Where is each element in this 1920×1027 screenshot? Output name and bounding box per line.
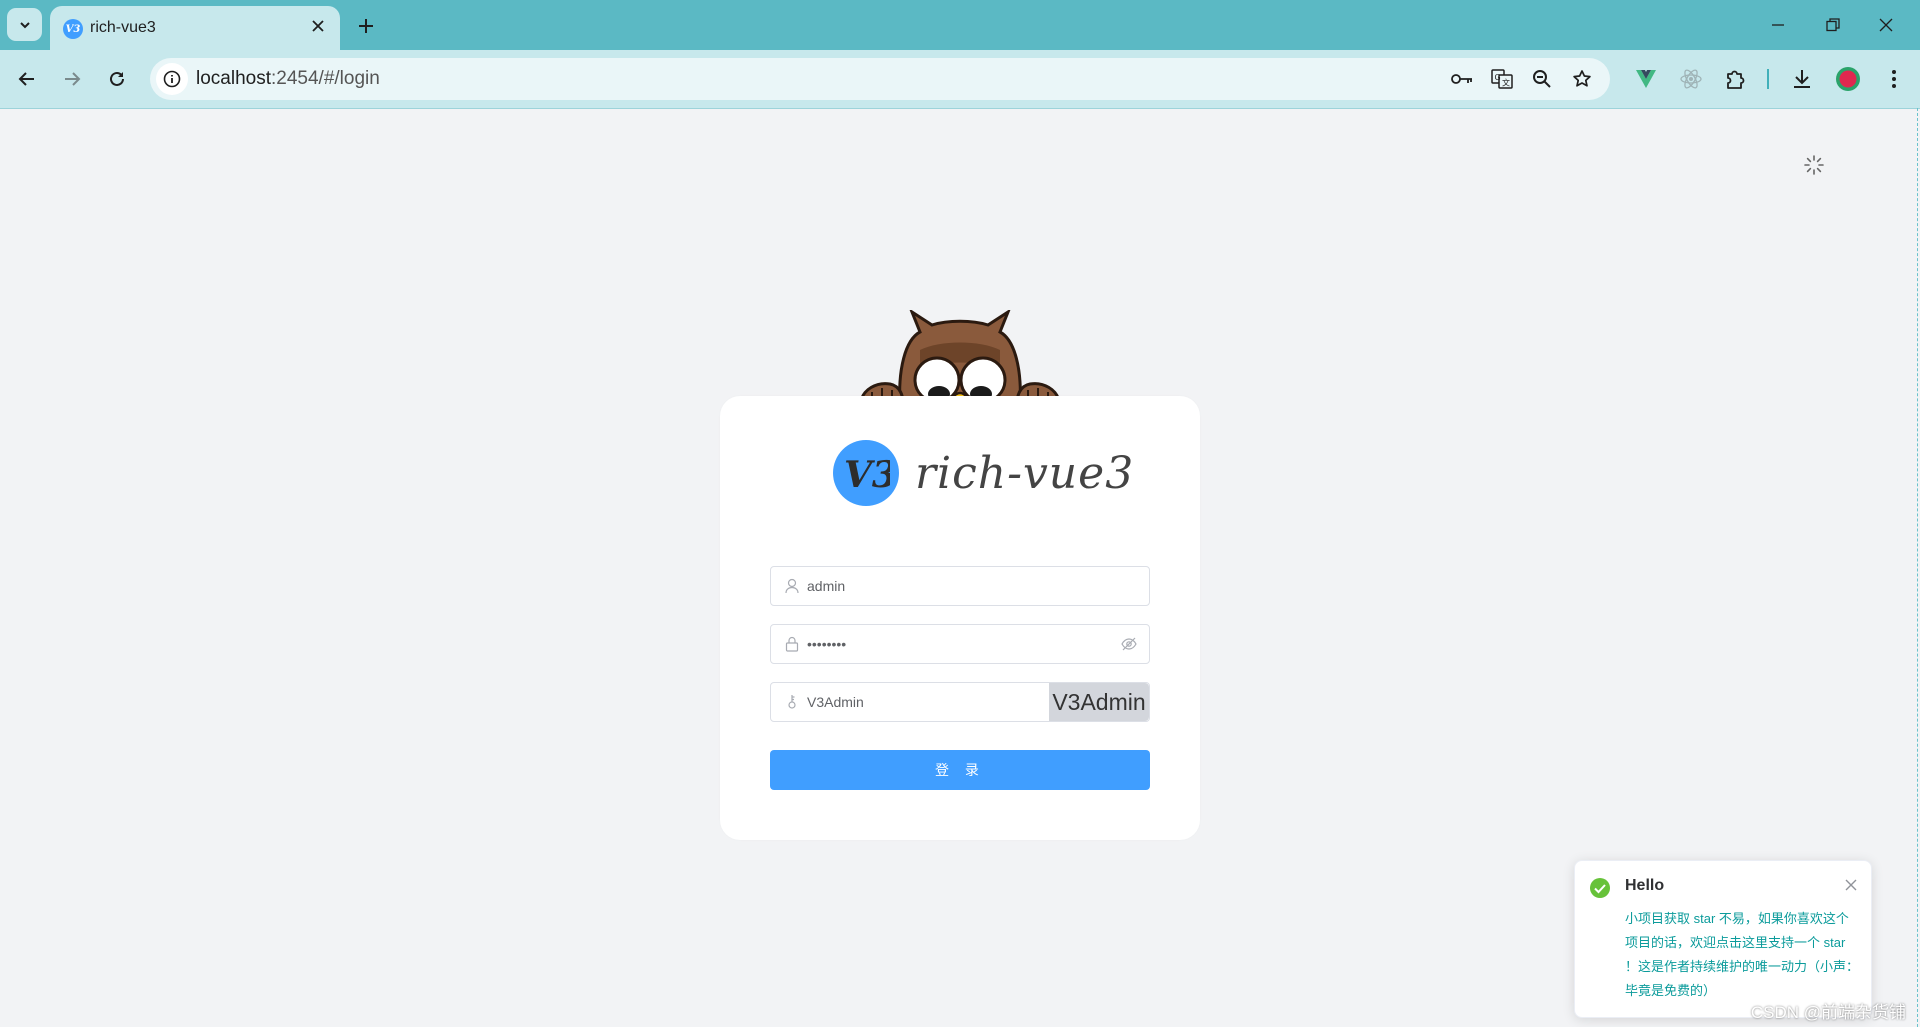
close-icon <box>1879 18 1893 32</box>
theme-switch-icon[interactable] <box>1803 154 1825 176</box>
translate-icon[interactable]: G文 <box>1490 67 1514 91</box>
captcha-value: V3Admin <box>807 694 864 710</box>
password-value: •••••••• <box>807 636 847 652</box>
login-button[interactable]: 登 录 <box>770 750 1150 790</box>
restore-button[interactable] <box>1815 10 1851 40</box>
zoom-icon[interactable] <box>1530 67 1554 91</box>
eye-hide-icon[interactable] <box>1121 636 1137 652</box>
success-check-icon <box>1590 878 1610 898</box>
close-icon[interactable] <box>1843 877 1859 893</box>
tab-close-button[interactable] <box>306 14 330 38</box>
plus-icon <box>359 19 373 33</box>
csdn-watermark: CSDN @前端杂货铺 <box>1750 1003 1906 1022</box>
toolbar-divider <box>1767 69 1769 89</box>
address-bar[interactable]: localhost:2454/#/login G文 <box>150 58 1610 100</box>
site-info-button[interactable] <box>156 63 188 95</box>
notification-message[interactable]: 小项目获取 star 不易，如果你喜欢这个项目的话，欢迎点击这里支持一个 sta… <box>1625 907 1861 1003</box>
back-button[interactable] <box>10 62 44 96</box>
user-icon <box>785 578 799 594</box>
tab-search-button[interactable] <box>7 8 42 41</box>
svg-text:文: 文 <box>1502 78 1510 88</box>
vue-devtools-icon[interactable] <box>1632 65 1660 93</box>
brand-name: rich-vue3 <box>915 447 1135 499</box>
info-icon <box>163 70 181 88</box>
password-field[interactable]: •••••••• <box>770 624 1150 664</box>
lock-icon <box>785 636 799 652</box>
url-text: localhost:2454/#/login <box>196 68 380 89</box>
arrow-left-icon <box>18 72 34 86</box>
hello-notification[interactable]: Hello 小项目获取 star 不易，如果你喜欢这个项目的话，欢迎点击这里支持… <box>1574 860 1872 1018</box>
reload-icon <box>110 71 124 86</box>
tab-title: rich-vue3 <box>90 19 156 36</box>
key-icon <box>788 695 796 709</box>
arrow-right-icon <box>65 72 81 86</box>
react-devtools-icon[interactable] <box>1677 65 1705 93</box>
page-edge-guide <box>1917 108 1919 1027</box>
brand-header: V3 rich-vue3 <box>833 440 1134 506</box>
browser-tab-strip: V3 rich-vue3 <box>0 0 1920 50</box>
v3-logo-icon: V3 <box>833 440 899 506</box>
browser-tab[interactable]: V3 rich-vue3 <box>50 6 340 50</box>
svg-text:V3: V3 <box>844 454 890 493</box>
captcha-field[interactable]: V3Admin V3Admin <box>770 682 1150 722</box>
minimize-button[interactable] <box>1760 10 1796 40</box>
new-tab-button[interactable] <box>352 12 380 40</box>
vue3-favicon-icon: V3 <box>63 19 83 39</box>
minimize-icon <box>1772 24 1784 26</box>
chevron-down-icon <box>19 21 30 28</box>
browser-toolbar: localhost:2454/#/login G文 <box>0 50 1920 109</box>
password-key-icon[interactable] <box>1450 67 1474 91</box>
notification-title: Hello <box>1625 877 1665 894</box>
reload-button[interactable] <box>100 62 134 96</box>
owl-mascot-image <box>860 310 1060 410</box>
username-field[interactable]: admin <box>770 566 1150 606</box>
forward-button[interactable] <box>55 62 89 96</box>
close-icon <box>312 20 324 32</box>
close-window-button[interactable] <box>1868 10 1904 40</box>
username-value: admin <box>807 578 846 594</box>
bookmark-star-icon[interactable] <box>1570 67 1594 91</box>
profile-avatar[interactable] <box>1834 65 1862 93</box>
login-card: V3 rich-vue3 admin •••••••• V3Admin V3Ad… <box>720 396 1200 840</box>
captcha-image[interactable]: V3Admin <box>1049 683 1149 721</box>
svg-text:G: G <box>1495 73 1501 82</box>
menu-kebab-icon[interactable] <box>1880 65 1908 93</box>
downloads-icon[interactable] <box>1788 65 1816 93</box>
restore-icon <box>1826 18 1840 32</box>
extensions-puzzle-icon[interactable] <box>1722 65 1750 93</box>
